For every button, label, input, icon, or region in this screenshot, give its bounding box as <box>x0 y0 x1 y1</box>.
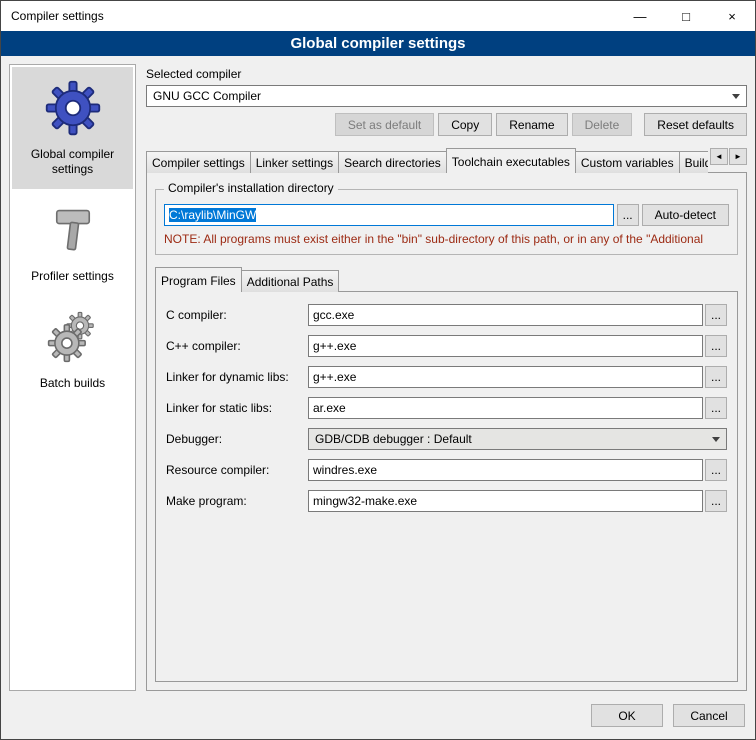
banner-title: Global compiler settings <box>1 31 755 56</box>
sidebar-item-label: Profiler settings <box>31 269 114 284</box>
blue-gear-icon <box>44 77 102 139</box>
tab-scroll-right-icon[interactable]: ► <box>729 148 747 165</box>
delete-button: Delete <box>572 113 633 136</box>
make-program-label: Make program: <box>166 494 308 508</box>
program-subtabstrip: Program Files Additional Paths <box>155 267 738 292</box>
titlebar: Compiler settings — □ × <box>1 1 755 31</box>
make-program-input[interactable] <box>308 490 703 512</box>
installation-directory-browse-button[interactable]: ... <box>617 204 639 226</box>
tab-scroll-buttons: ◄ ► <box>710 148 747 165</box>
dynamic-linker-browse-button[interactable]: ... <box>705 366 727 388</box>
make-program-row: Make program: ... <box>166 490 727 512</box>
sidebar-item-batch-builds[interactable]: Batch builds <box>12 296 133 403</box>
dialog-content: Global compiler settings Profiler settin… <box>1 56 755 699</box>
copy-button[interactable]: Copy <box>438 113 492 136</box>
installation-directory-row: C:\raylib\MinGW ... Auto-detect <box>164 204 729 226</box>
static-linker-row: Linker for static libs: ... <box>166 397 727 419</box>
selected-compiler-label: Selected compiler <box>146 67 747 81</box>
debugger-row: Debugger: GDB/CDB debugger : Default <box>166 428 727 450</box>
selected-compiler-value: GNU GCC Compiler <box>153 89 261 103</box>
set-as-default-button: Set as default <box>335 113 434 136</box>
installation-directory-input[interactable]: C:\raylib\MinGW <box>164 204 614 226</box>
resource-compiler-row: Resource compiler: ... <box>166 459 727 481</box>
static-linker-label: Linker for static libs: <box>166 401 308 415</box>
tab-compiler-settings[interactable]: Compiler settings <box>146 151 251 173</box>
caption-buttons: — □ × <box>617 1 755 31</box>
close-button[interactable]: × <box>709 1 755 31</box>
toolchain-executables-panel: Compiler's installation directory C:\ray… <box>146 172 747 691</box>
rename-button[interactable]: Rename <box>496 113 567 136</box>
settings-tabstrip: Compiler settings Linker settings Search… <box>146 148 747 173</box>
tab-linker-settings[interactable]: Linker settings <box>250 151 339 173</box>
selected-compiler-dropdown[interactable]: GNU GCC Compiler <box>146 85 747 107</box>
debugger-label: Debugger: <box>166 432 308 446</box>
chevron-down-icon <box>732 94 740 99</box>
c-compiler-input[interactable] <box>308 304 703 326</box>
installation-directory-group: Compiler's installation directory C:\ray… <box>155 189 738 255</box>
tab-search-directories[interactable]: Search directories <box>338 151 447 173</box>
tab-toolchain-executables[interactable]: Toolchain executables <box>446 148 576 173</box>
sidebar-item-global-compiler-settings[interactable]: Global compiler settings <box>12 67 133 189</box>
c-compiler-label: C compiler: <box>166 308 308 322</box>
installation-directory-legend: Compiler's installation directory <box>164 181 338 195</box>
static-linker-input[interactable] <box>308 397 703 419</box>
static-linker-browse-button[interactable]: ... <box>705 397 727 419</box>
main-panel: Selected compiler GNU GCC Compiler Set a… <box>136 64 747 691</box>
cpp-compiler-browse-button[interactable]: ... <box>705 335 727 357</box>
resource-compiler-input[interactable] <box>308 459 703 481</box>
cpp-compiler-input[interactable] <box>308 335 703 357</box>
dialog-footer: OK Cancel <box>1 699 755 739</box>
sidebar-item-profiler-settings[interactable]: Profiler settings <box>12 189 133 296</box>
settings-category-list: Global compiler settings Profiler settin… <box>9 64 136 691</box>
c-compiler-row: C compiler: ... <box>166 304 727 326</box>
debugger-value: GDB/CDB debugger : Default <box>315 432 472 446</box>
window-title: Compiler settings <box>1 9 104 23</box>
reset-defaults-button[interactable]: Reset defaults <box>644 113 747 136</box>
dynamic-linker-label: Linker for dynamic libs: <box>166 370 308 384</box>
tab-scroll-left-icon[interactable]: ◄ <box>710 148 728 165</box>
resource-compiler-label: Resource compiler: <box>166 463 308 477</box>
maximize-button[interactable]: □ <box>663 1 709 31</box>
make-program-browse-button[interactable]: ... <box>705 490 727 512</box>
bin-subdirectory-note: NOTE: All programs must exist either in … <box>164 232 729 246</box>
program-files-panel: C compiler: ... C++ compiler: ... Linker… <box>155 291 738 682</box>
debugger-dropdown[interactable]: GDB/CDB debugger : Default <box>308 428 727 450</box>
minimize-button[interactable]: — <box>617 1 663 31</box>
subtab-additional-paths[interactable]: Additional Paths <box>241 270 340 292</box>
compiler-settings-window: Compiler settings — □ × Global compiler … <box>0 0 756 740</box>
subtab-program-files[interactable]: Program Files <box>155 267 242 292</box>
sidebar-item-label: Batch builds <box>40 376 105 391</box>
dynamic-linker-input[interactable] <box>308 366 703 388</box>
tab-build-options[interactable]: Build <box>679 151 708 173</box>
resource-compiler-browse-button[interactable]: ... <box>705 459 727 481</box>
ok-button[interactable]: OK <box>591 704 663 727</box>
cpp-compiler-label: C++ compiler: <box>166 339 308 353</box>
batch-gears-icon <box>45 306 101 368</box>
auto-detect-button[interactable]: Auto-detect <box>642 204 729 226</box>
profiler-tool-icon <box>47 199 99 261</box>
cancel-button[interactable]: Cancel <box>673 704 745 727</box>
installation-directory-value: C:\raylib\MinGW <box>169 208 256 222</box>
tab-custom-variables[interactable]: Custom variables <box>575 151 680 173</box>
dynamic-linker-row: Linker for dynamic libs: ... <box>166 366 727 388</box>
compiler-button-row: Set as default Copy Rename Delete Reset … <box>146 113 747 136</box>
cpp-compiler-row: C++ compiler: ... <box>166 335 727 357</box>
tabs: Compiler settings Linker settings Search… <box>146 148 708 173</box>
chevron-down-icon <box>712 437 720 442</box>
c-compiler-browse-button[interactable]: ... <box>705 304 727 326</box>
sidebar-item-label: Global compiler settings <box>14 147 131 177</box>
